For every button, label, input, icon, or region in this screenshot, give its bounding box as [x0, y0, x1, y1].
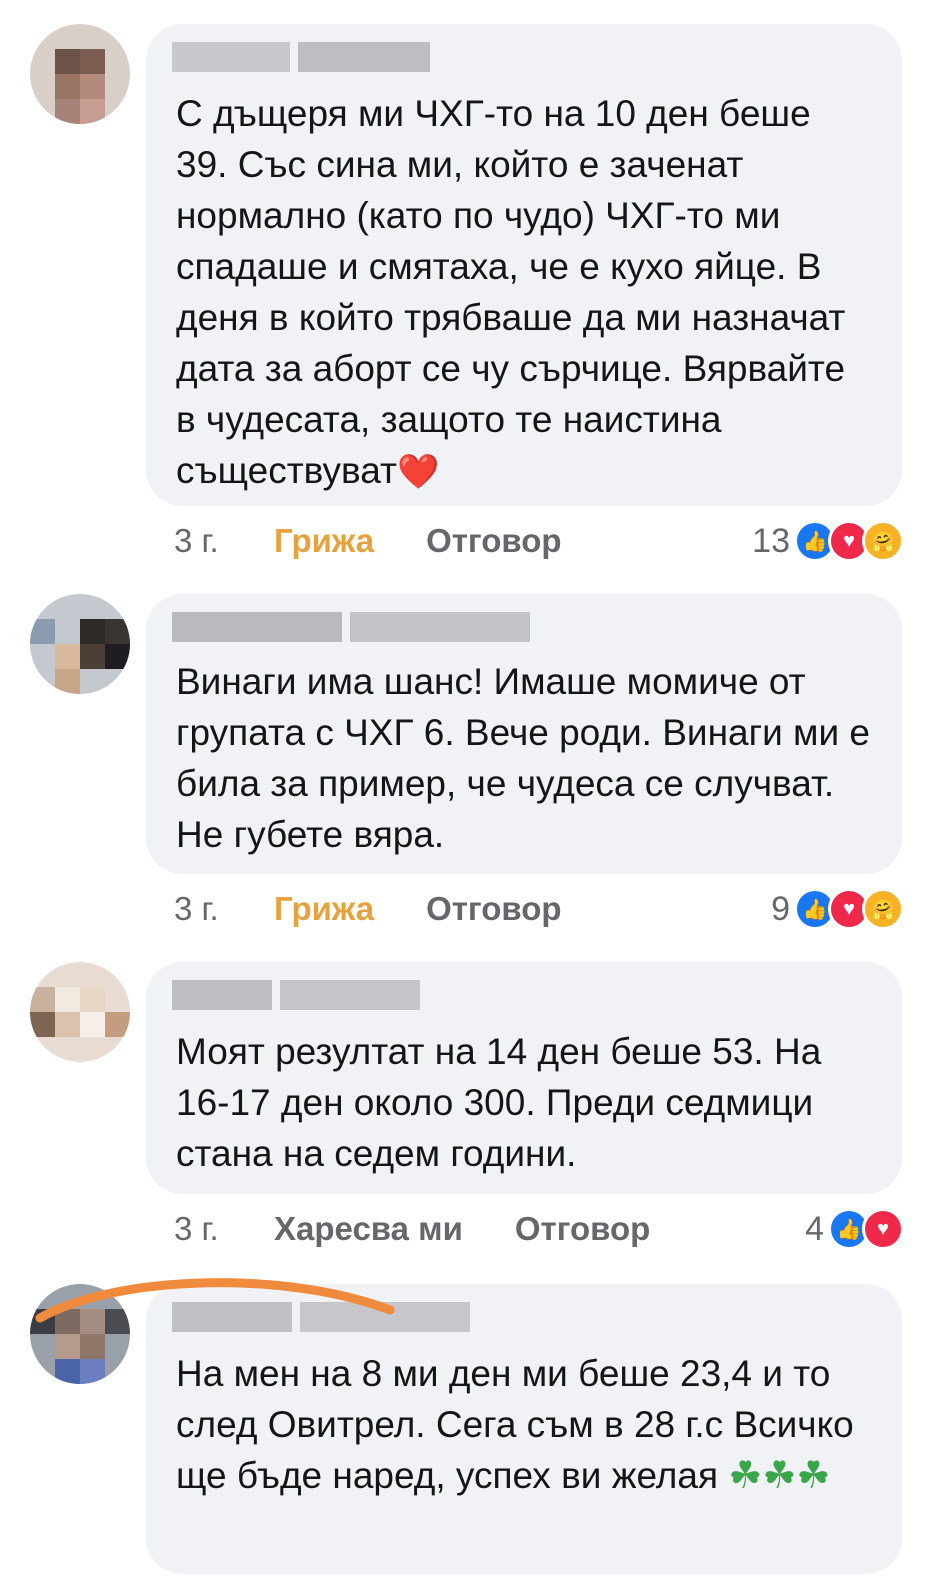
comment-age[interactable]: 3 г.	[174, 1210, 274, 1248]
comment-bubble: Винаги има шанс! Имаше момиче от групата…	[146, 594, 902, 874]
react-button[interactable]: Грижа	[274, 522, 374, 560]
reaction-summary[interactable]: 9 👍 ♥ 🤗	[771, 888, 904, 930]
comment-age[interactable]: 3 г.	[174, 890, 274, 928]
author-name-blurred[interactable]	[172, 42, 438, 72]
reaction-count: 9	[771, 889, 790, 928]
author-name-blurred[interactable]	[172, 980, 428, 1010]
avatar[interactable]	[30, 24, 130, 124]
comment-actions: 3 г. Харесва ми Отговор 4 👍 ♥	[174, 1204, 904, 1254]
avatar[interactable]	[30, 962, 130, 1062]
reaction-count: 4	[805, 1209, 824, 1248]
comment-text: На мен на 8 ми ден ми беше 23,4 и то сле…	[176, 1353, 854, 1497]
comment-text: С дъщеря ми ЧХГ-то на 10 ден беше 39. Съ…	[176, 93, 846, 491]
comment-bubble: Моят резултат на 14 ден беше 53. На 16-1…	[146, 962, 902, 1194]
reply-button[interactable]: Отговор	[426, 522, 561, 560]
avatar[interactable]	[30, 594, 130, 694]
comment-bubble: С дъщеря ми ЧХГ-то на 10 ден беше 39. Съ…	[146, 24, 902, 506]
care-icon: 🤗	[862, 520, 904, 562]
like-button[interactable]: Харесва ми	[274, 1210, 463, 1248]
love-icon: ♥	[862, 1208, 904, 1250]
reaction-summary[interactable]: 4 👍 ♥	[805, 1208, 904, 1250]
comment-actions: 3 г. Грижа Отговор 9 👍 ♥ 🤗	[174, 884, 904, 934]
author-name-blurred[interactable]	[172, 612, 538, 642]
heart-emoji: ❤️	[396, 453, 440, 491]
reaction-summary[interactable]: 13 👍 ♥ 🤗	[752, 520, 904, 562]
comment-age[interactable]: 3 г.	[174, 522, 274, 560]
clover-emoji: ☘☘☘	[728, 1455, 831, 1497]
reaction-count: 13	[752, 521, 790, 560]
comment-text: Моят резултат на 14 ден беше 53. На 16-1…	[176, 1031, 822, 1174]
annotation-stroke	[35, 1278, 395, 1323]
care-icon: 🤗	[862, 888, 904, 930]
comment-text: Винаги има шанс! Имаше момиче от групата…	[176, 661, 871, 855]
react-button[interactable]: Грижа	[274, 890, 374, 928]
reply-button[interactable]: Отговор	[515, 1210, 650, 1248]
reply-button[interactable]: Отговор	[426, 890, 561, 928]
comment-actions: 3 г. Грижа Отговор 13 👍 ♥ 🤗	[174, 516, 904, 566]
